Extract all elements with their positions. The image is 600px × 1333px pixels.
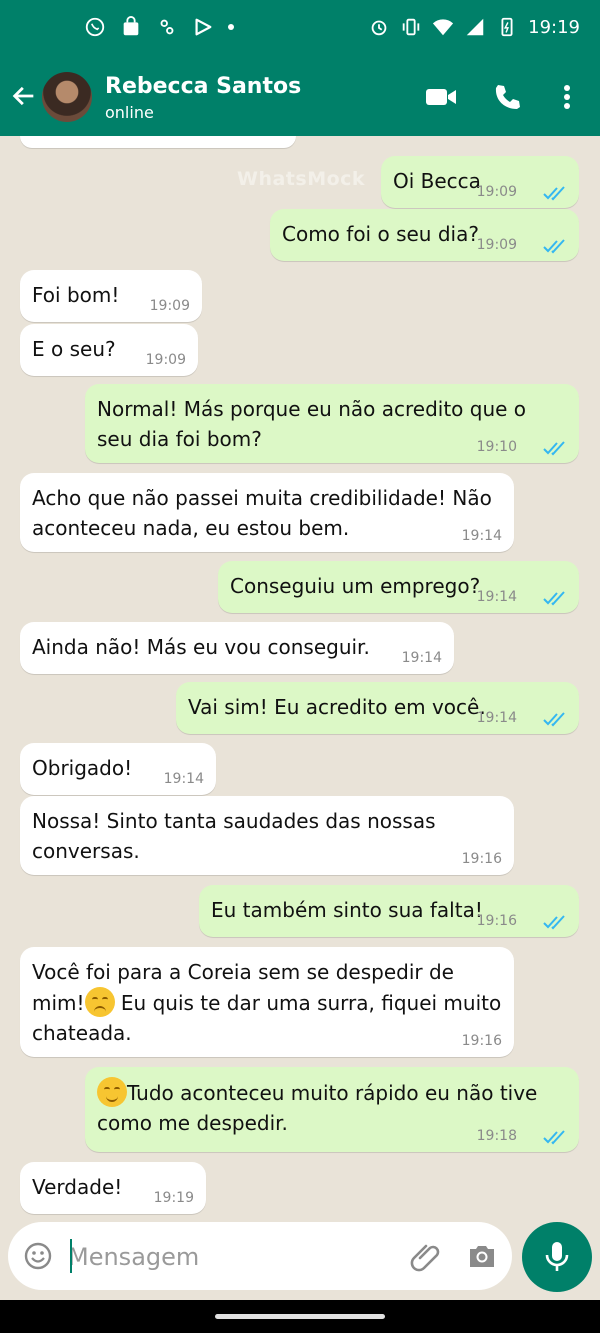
voice-call-icon[interactable] bbox=[490, 82, 524, 112]
message-bubble-outgoing[interactable]: Normal! Más porque eu não acredito que o… bbox=[85, 384, 579, 463]
message-bubble-incoming[interactable]: Nossa! Sinto tanta saudades das nossas c… bbox=[20, 796, 514, 875]
play-store-icon bbox=[195, 18, 212, 36]
vibrate-icon bbox=[402, 18, 420, 36]
message-time: 19:09 bbox=[145, 352, 186, 368]
whatsapp-notification-icon bbox=[85, 17, 105, 37]
shopping-bag-icon bbox=[123, 16, 139, 36]
home-gesture-handle[interactable] bbox=[215, 1314, 385, 1319]
contact-avatar[interactable] bbox=[42, 72, 92, 122]
camera-icon[interactable] bbox=[466, 1240, 498, 1272]
read-receipt-icon bbox=[543, 712, 565, 727]
message-text: Foi bom! bbox=[32, 283, 120, 307]
message-bubble-incoming[interactable]: Verdade! 19:19 bbox=[20, 1162, 206, 1214]
message-bubble-incoming[interactable]: Acho que não passei muita credibilidade!… bbox=[20, 473, 514, 552]
message-bubble-outgoing[interactable]: Vai sim! Eu acredito em você. 19:14 bbox=[176, 682, 579, 734]
read-receipt-icon bbox=[543, 186, 565, 201]
message-time: 19:10 bbox=[476, 439, 517, 455]
message-time: 19:16 bbox=[461, 851, 502, 867]
message-text-fragment: Eu quis te dar uma surra, fiquei muito bbox=[114, 991, 502, 1015]
text-cursor bbox=[70, 1239, 72, 1273]
message-text: E o seu? bbox=[32, 337, 116, 361]
previous-message-bubble[interactable] bbox=[20, 136, 296, 148]
video-call-icon[interactable] bbox=[424, 82, 458, 112]
message-bubble-outgoing[interactable]: Como foi o seu dia? 19:09 bbox=[270, 209, 579, 261]
message-text: Eu também sinto sua falta! bbox=[211, 898, 483, 922]
message-time: 19:14 bbox=[401, 650, 442, 666]
message-time: 19:19 bbox=[153, 1190, 194, 1206]
message-text: Verdade! bbox=[32, 1175, 123, 1199]
status-bar: 19:19 bbox=[0, 0, 600, 58]
message-bubble-incoming[interactable]: Você foi para a Coreia sem se despedir d… bbox=[20, 947, 514, 1057]
message-time: 19:09 bbox=[149, 298, 190, 314]
contact-name[interactable]: Rebecca Santos bbox=[105, 74, 301, 99]
message-bubble-incoming[interactable]: Obrigado! 19:14 bbox=[20, 743, 216, 795]
signal-icon bbox=[466, 18, 484, 36]
message-text-line: Nossa! Sinto tanta saudades das nossas bbox=[32, 809, 436, 833]
message-composer bbox=[8, 1222, 512, 1290]
message-time: 19:16 bbox=[476, 913, 517, 929]
message-text-line: chateada. bbox=[32, 1021, 132, 1045]
message-time: 19:14 bbox=[461, 528, 502, 544]
message-time: 19:09 bbox=[476, 184, 517, 200]
message-list[interactable]: Oi Becca 19:09 Como foi o seu dia? 19:09… bbox=[0, 136, 600, 1220]
message-bubble-outgoing[interactable]: Conseguiu um emprego? 19:14 bbox=[218, 561, 579, 613]
read-receipt-icon bbox=[543, 591, 565, 606]
message-text: Vai sim! Eu acredito em você. bbox=[188, 695, 486, 719]
message-bubble-outgoing[interactable]: Tudo aconteceu muito rápido eu não tive … bbox=[85, 1067, 579, 1152]
contact-status: online bbox=[105, 103, 154, 122]
microphone-icon bbox=[545, 1242, 569, 1271]
more-notifications-dot bbox=[228, 24, 234, 30]
message-text-line: conversas. bbox=[32, 839, 140, 863]
message-text: Conseguiu um emprego? bbox=[230, 574, 481, 598]
message-time: 19:14 bbox=[163, 771, 204, 787]
voice-message-button[interactable] bbox=[522, 1222, 592, 1292]
message-text-line: Você foi para a Coreia sem se despedir d… bbox=[32, 960, 454, 984]
message-text: Como foi o seu dia? bbox=[282, 222, 479, 246]
message-time: 19:09 bbox=[476, 237, 517, 253]
alarm-icon bbox=[371, 20, 387, 36]
message-text-line: Tudo aconteceu muito rápido eu não tive bbox=[97, 1077, 567, 1108]
message-bubble-outgoing[interactable]: Eu também sinto sua falta! 19:16 bbox=[199, 885, 579, 937]
read-receipt-icon bbox=[543, 1130, 565, 1145]
status-time: 19:19 bbox=[528, 16, 580, 38]
message-text: Ainda não! Más eu vou conseguir. bbox=[32, 635, 370, 659]
wifi-icon bbox=[433, 19, 454, 36]
message-bubble-incoming[interactable]: E o seu? 19:09 bbox=[20, 324, 198, 376]
read-receipt-icon bbox=[543, 239, 565, 254]
message-time: 19:16 bbox=[461, 1033, 502, 1049]
message-text-line: mim! Eu quis te dar uma surra, fiquei mu… bbox=[32, 987, 502, 1018]
message-time: 19:14 bbox=[476, 710, 517, 726]
battery-charging-icon bbox=[501, 17, 513, 37]
pensive-face-emoji bbox=[84, 987, 115, 1017]
read-receipt-icon bbox=[543, 441, 565, 456]
message-bubble-outgoing[interactable]: Oi Becca 19:09 bbox=[381, 156, 579, 208]
message-text-line: Normal! Más porque eu não acredito que o bbox=[97, 397, 527, 421]
message-text-line: Acho que não passei muita credibilidade!… bbox=[32, 486, 492, 510]
message-text: Oi Becca bbox=[393, 169, 481, 193]
message-text-fragment: mim! bbox=[32, 991, 85, 1015]
attach-icon[interactable] bbox=[410, 1240, 444, 1274]
emoji-icon[interactable] bbox=[22, 1240, 54, 1272]
message-time: 19:18 bbox=[476, 1128, 517, 1144]
message-time: 19:14 bbox=[476, 589, 517, 605]
system-navigation-bar bbox=[0, 1300, 600, 1333]
smiling-face-emoji bbox=[97, 1077, 127, 1107]
message-bubble-incoming[interactable]: Ainda não! Más eu vou conseguir. 19:14 bbox=[20, 622, 454, 674]
message-input[interactable] bbox=[66, 1236, 400, 1278]
app-notification-icon bbox=[160, 19, 174, 35]
more-options-icon[interactable] bbox=[552, 82, 582, 112]
chat-header: Rebecca Santos online WhatsMock bbox=[0, 58, 600, 190]
message-bubble-incoming[interactable]: Foi bom! 19:09 bbox=[20, 270, 202, 322]
read-receipt-icon bbox=[543, 915, 565, 930]
back-arrow-icon[interactable] bbox=[10, 82, 38, 110]
message-text-line: aconteceu nada, eu estou bem. bbox=[32, 516, 350, 540]
message-text-fragment: Tudo aconteceu muito rápido eu não tive bbox=[127, 1081, 538, 1105]
message-text: Obrigado! bbox=[32, 756, 133, 780]
